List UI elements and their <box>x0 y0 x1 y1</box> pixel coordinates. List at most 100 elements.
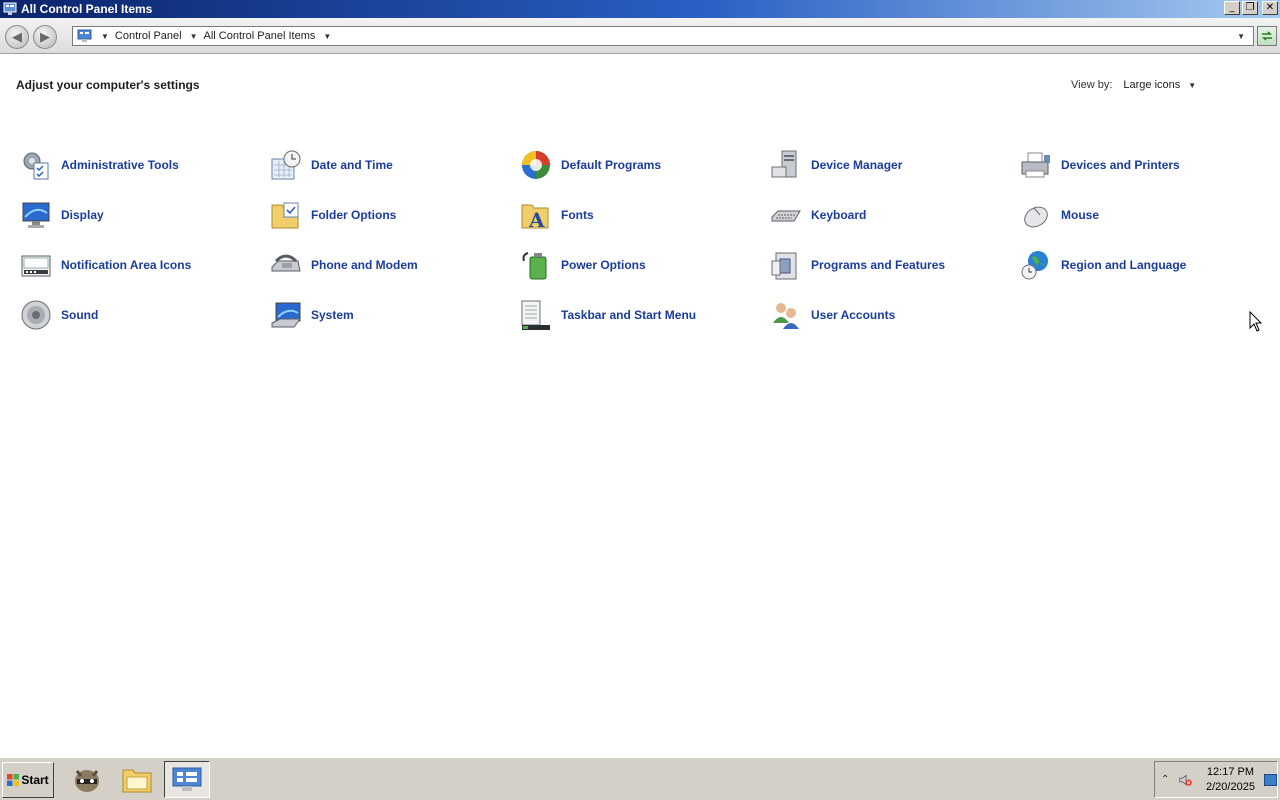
taskbar-clock[interactable]: 12:17 PM 2/20/2025 <box>1205 765 1257 795</box>
control-item-mouse[interactable]: Mouse <box>1018 198 1258 232</box>
taskbar-app-raccoon[interactable] <box>64 761 110 798</box>
control-item-label[interactable]: Device Manager <box>811 158 902 172</box>
control-item-notification-area-icons[interactable]: Notification Area Icons <box>18 248 258 282</box>
control-item-region-and-language[interactable]: Region and Language <box>1018 248 1258 282</box>
control-item-label[interactable]: Display <box>61 208 104 222</box>
control-item-label[interactable]: Date and Time <box>311 158 393 172</box>
control-item-label[interactable]: Administrative Tools <box>61 158 179 172</box>
raccoon-app-icon <box>75 769 99 792</box>
power-options-icon <box>522 252 547 280</box>
sound-icon <box>21 300 51 330</box>
display-icon <box>22 202 50 228</box>
chevron-down-icon[interactable]: ▼ <box>1188 81 1196 90</box>
refresh-button[interactable] <box>1257 26 1277 46</box>
control-item-default-programs[interactable]: Default Programs <box>518 148 758 182</box>
control-item-programs-and-features[interactable]: Programs and Features <box>768 248 1008 282</box>
control-item-label[interactable]: Taskbar and Start Menu <box>561 308 696 322</box>
window-title: All Control Panel Items <box>21 2 153 16</box>
control-item-label[interactable]: Power Options <box>561 258 646 272</box>
view-by-dropdown[interactable]: Large icons <box>1123 79 1180 91</box>
system-icon <box>271 302 301 328</box>
notification-area-icon <box>21 255 51 277</box>
svg-text:A: A <box>528 208 545 231</box>
control-item-power-options[interactable]: Power Options <box>518 248 758 282</box>
breadcrumb-all-items[interactable]: All Control Panel Items <box>204 30 316 42</box>
breadcrumb-control-panel[interactable]: Control Panel <box>115 30 182 42</box>
fonts-icon: A <box>521 204 549 231</box>
navigation-bar: ◀ ▶ ▼ Control Panel ▼ All Control Panel … <box>0 18 1280 54</box>
refresh-icon <box>1262 31 1272 41</box>
taskbar: Start ⌃ 12:17 PM 2/20/2025 <box>0 757 1280 800</box>
start-button[interactable]: Start <box>2 762 54 798</box>
control-item-devices-and-printers[interactable]: Devices and Printers <box>1018 148 1258 182</box>
control-item-administrative-tools[interactable]: Administrative Tools <box>18 148 258 182</box>
device-manager-icon <box>771 150 797 178</box>
chevron-down-icon[interactable]: ▼ <box>323 32 331 41</box>
user-accounts-icon <box>773 303 799 329</box>
taskbar-app-file-explorer[interactable] <box>114 761 160 798</box>
control-item-display[interactable]: Display <box>18 198 258 232</box>
mouse-cursor-icon <box>1249 311 1263 332</box>
control-panel-icon <box>3 2 17 15</box>
clock-date: 2/20/2025 <box>1206 780 1255 793</box>
mouse-icon <box>1024 206 1048 228</box>
control-panel-icon <box>77 29 92 42</box>
control-item-taskbar-and-start-menu[interactable]: Taskbar and Start Menu <box>518 298 758 332</box>
minimize-button[interactable]: _ <box>1224 1 1240 15</box>
view-by-label: View by: <box>1071 79 1113 91</box>
taskbar-app-control-panel[interactable] <box>164 761 210 798</box>
control-item-label[interactable]: Region and Language <box>1061 258 1186 272</box>
system-tray: ⌃ 12:17 PM 2/20/2025 <box>1154 761 1278 798</box>
chevron-down-icon[interactable]: ▼ <box>190 32 198 41</box>
control-item-label[interactable]: Devices and Printers <box>1061 158 1180 172</box>
back-button[interactable]: ◀ <box>5 25 29 49</box>
control-item-label[interactable]: User Accounts <box>811 308 895 322</box>
back-arrow-icon: ◀ <box>12 29 22 44</box>
close-button[interactable]: ✕ <box>1262 1 1278 15</box>
maximize-button[interactable]: ❐ <box>1242 1 1258 15</box>
clock-time: 12:17 PM <box>1206 765 1255 778</box>
region-language-icon <box>1021 251 1048 280</box>
administrative-tools-icon <box>23 152 49 180</box>
title-bar: All Control Panel Items _ ❐ ✕ <box>0 0 1280 18</box>
control-item-label[interactable]: Sound <box>61 308 98 322</box>
control-item-label[interactable]: Default Programs <box>561 158 661 172</box>
control-item-folder-options[interactable]: Folder Options <box>268 198 508 232</box>
windows-logo-icon <box>7 774 20 786</box>
control-item-user-accounts[interactable]: User Accounts <box>768 298 1008 332</box>
forward-arrow-icon: ▶ <box>40 29 50 44</box>
control-item-label[interactable]: Phone and Modem <box>311 258 418 272</box>
view-by-control[interactable]: View by: Large icons ▼ <box>1071 79 1196 91</box>
control-item-label[interactable]: Notification Area Icons <box>61 258 191 272</box>
control-item-device-manager[interactable]: Device Manager <box>768 148 1008 182</box>
programs-features-icon <box>771 252 797 280</box>
control-item-label[interactable]: Folder Options <box>311 208 396 222</box>
control-item-sound[interactable]: Sound <box>18 298 258 332</box>
phone-modem-icon <box>271 254 301 272</box>
page-title: Adjust your computer's settings <box>16 78 200 92</box>
control-item-phone-and-modem[interactable]: Phone and Modem <box>268 248 508 282</box>
taskbar-start-menu-icon <box>521 300 550 330</box>
control-item-system[interactable]: System <box>268 298 508 332</box>
address-bar[interactable]: ▼ Control Panel ▼ All Control Panel Item… <box>72 26 1254 46</box>
control-item-label[interactable]: Keyboard <box>811 208 866 222</box>
control-item-label[interactable]: Fonts <box>561 208 594 222</box>
control-item-label[interactable]: System <box>311 308 354 322</box>
keyboard-icon <box>771 210 801 222</box>
control-item-label[interactable]: Programs and Features <box>811 258 945 272</box>
forward-button[interactable]: ▶ <box>33 25 57 49</box>
control-item-keyboard[interactable]: Keyboard <box>768 198 1008 232</box>
speaker-muted-icon[interactable] <box>1178 772 1193 788</box>
address-history-dropdown[interactable]: ▼ <box>1237 32 1245 41</box>
control-panel-icon <box>172 767 202 791</box>
control-item-date-and-time[interactable]: Date and Time <box>268 148 508 182</box>
start-label: Start <box>21 773 49 787</box>
devices-printers-icon <box>1021 152 1050 178</box>
show-desktop-button[interactable] <box>1264 773 1277 786</box>
folder-options-icon <box>271 202 299 229</box>
file-explorer-icon <box>122 769 152 792</box>
chevron-down-icon[interactable]: ▼ <box>101 32 109 41</box>
control-item-fonts[interactable]: A Fonts <box>518 198 758 232</box>
control-item-label[interactable]: Mouse <box>1061 208 1099 222</box>
show-hidden-icons-icon[interactable]: ⌃ <box>1161 774 1169 785</box>
